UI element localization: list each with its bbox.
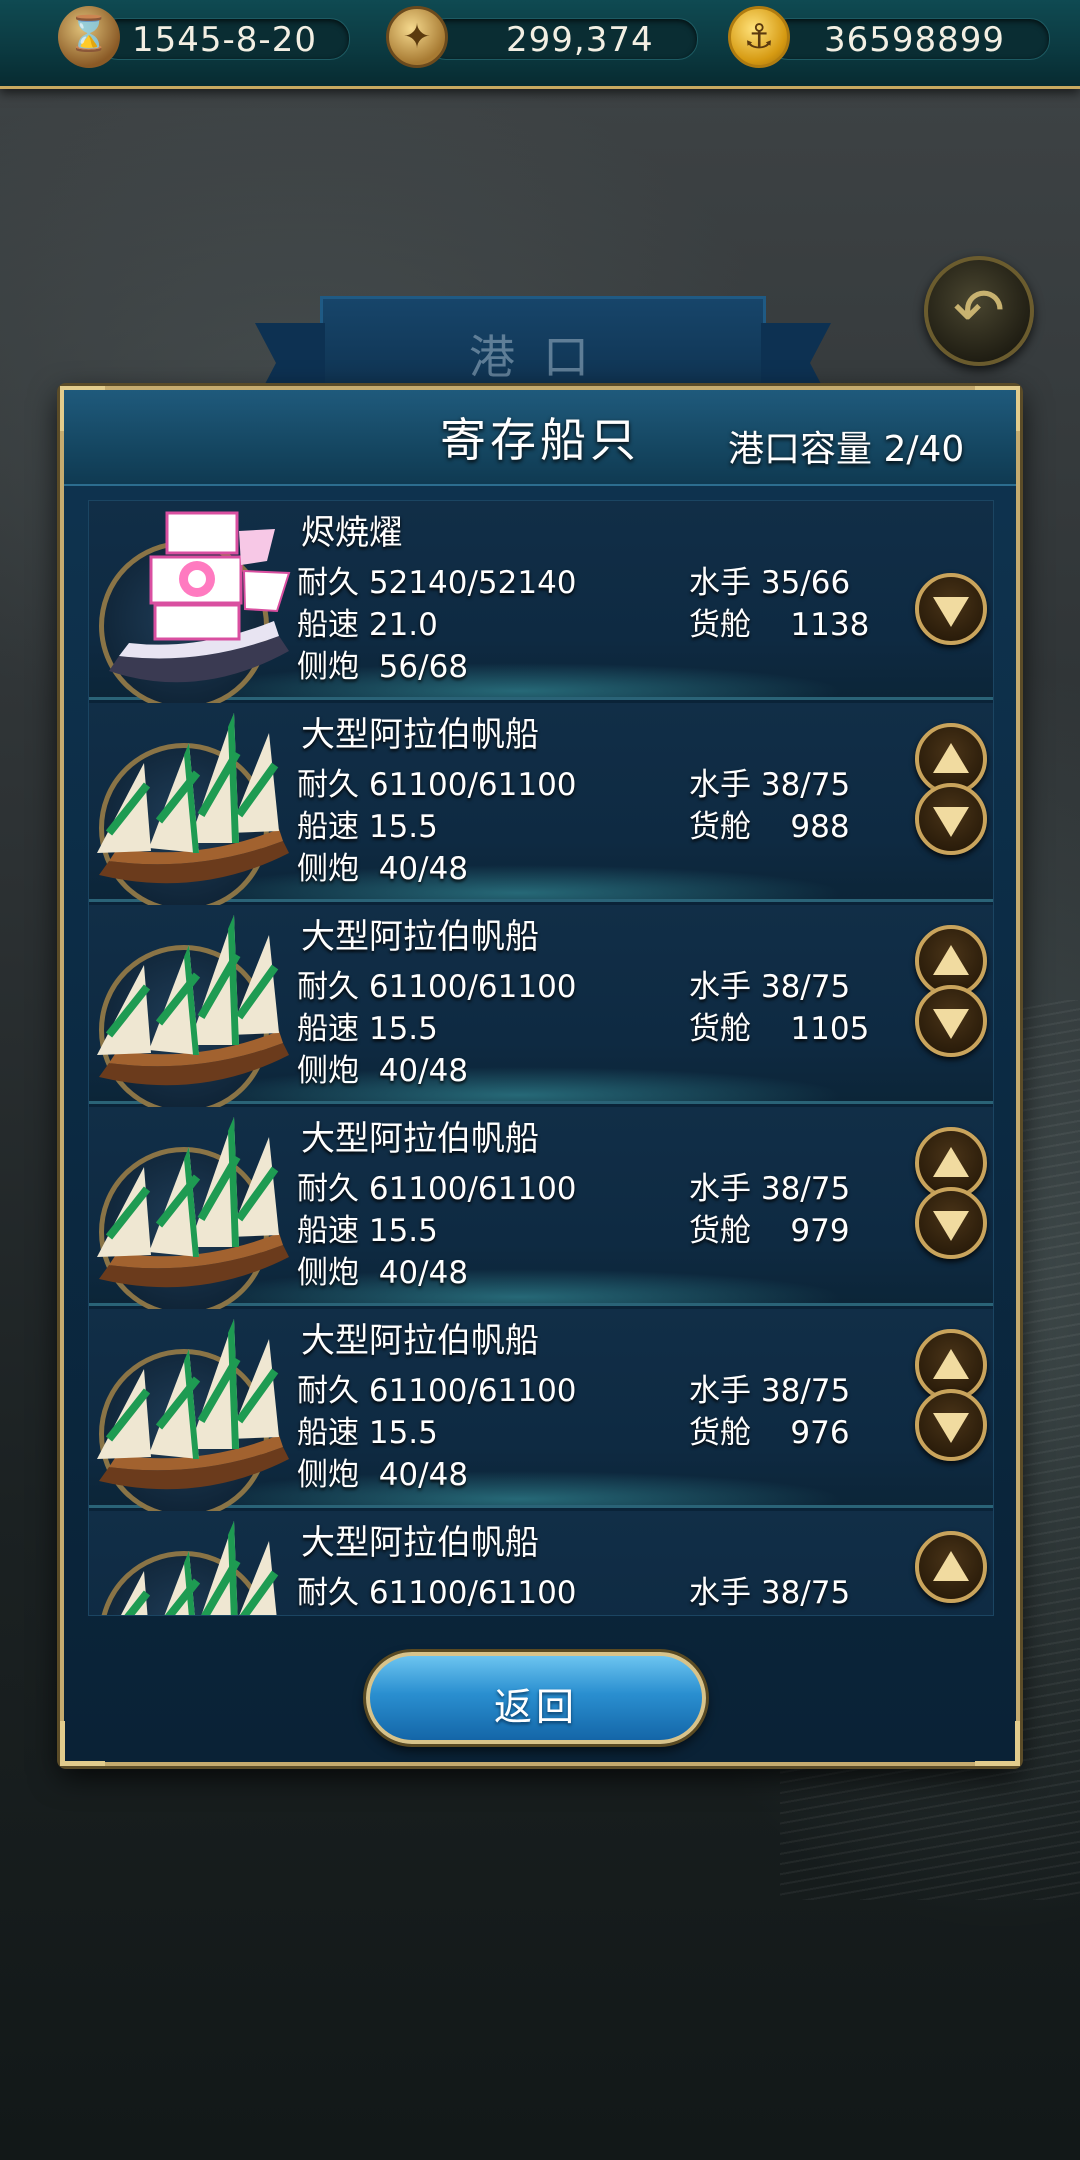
arrow-down-icon	[933, 597, 969, 627]
arrow-down-icon	[933, 1413, 969, 1443]
ship-cannons: 侧炮 56/68	[297, 649, 469, 685]
ship-speed: 船速 21.0	[297, 607, 438, 643]
ship-durability: 耐久 52140/52140	[297, 565, 577, 601]
ship-durability: 耐久 61100/61100	[297, 1575, 577, 1611]
back-arrow-icon: ↶	[953, 274, 1005, 347]
ship-row[interactable]: 大型阿拉伯帆船耐久 61100/61100 船速 15.5 侧炮 40/48 水手 3…	[89, 905, 993, 1115]
ship-crew: 水手 38/75	[689, 1171, 851, 1207]
port-capacity: 港口容量 2/40	[728, 429, 965, 470]
ship-speed: 船速 15.5	[297, 1213, 438, 1249]
gold-display: ⚓ 36598899	[728, 6, 1050, 68]
hourglass-icon: ⌛	[58, 6, 120, 68]
ship-storage-dialog: 寄存船只 港口容量 2/40 烬焼燿耐久 52140/52140 船速 21.0 侧…	[60, 386, 1020, 1766]
back-arrow-button[interactable]: ↶	[924, 256, 1034, 366]
exploration-value: 299,374	[506, 20, 654, 60]
ship-durability: 耐久 61100/61100	[297, 767, 577, 803]
ship-row[interactable]: 大型阿拉伯帆船耐久 61100/61100 船速 15.5 侧炮 40/48 水手 3…	[89, 703, 993, 913]
ship-row[interactable]: 大型阿拉伯帆船耐久 61100/61100 船速 15.5 侧炮 40/48 水手 3…	[89, 1309, 993, 1519]
ship-cargo: 货舱 1138	[689, 607, 870, 643]
ship-cannons: 侧炮 40/48	[297, 851, 469, 887]
port-title: 港口	[469, 330, 617, 384]
ship-cannons: 侧炮 40/48	[297, 1053, 469, 1089]
resource-bar: ⌛ 1545-8-20 ✦ 299,374 ⚓ 36598899	[0, 0, 1080, 89]
ship-cargo: 货舱 979	[689, 1213, 850, 1249]
ship-cargo: 货舱 1105	[689, 1011, 870, 1047]
move-up-button[interactable]	[915, 1531, 987, 1603]
ship-crew: 水手 38/75	[689, 1373, 851, 1409]
arrow-up-icon	[933, 1551, 969, 1581]
ship-durability: 耐久 61100/61100	[297, 1373, 577, 1409]
arrow-up-icon	[933, 743, 969, 773]
arrow-up-icon	[933, 1147, 969, 1177]
arrow-down-icon	[933, 807, 969, 837]
ship-cannons: 侧炮 40/48	[297, 1457, 469, 1493]
move-down-button[interactable]	[915, 783, 987, 855]
arabian-dhow-icon	[97, 1117, 289, 1288]
date-value: 1545-8-20	[132, 20, 317, 60]
move-down-button[interactable]	[915, 1389, 987, 1461]
date-display: ⌛ 1545-8-20	[58, 6, 350, 68]
move-down-button[interactable]	[915, 573, 987, 645]
arrow-up-icon	[933, 945, 969, 975]
ship-durability: 耐久 61100/61100	[297, 969, 577, 1005]
ship-name: 大型阿拉伯帆船	[301, 715, 539, 755]
ship-row[interactable]: 大型阿拉伯帆船耐久 61100/61100 水手 38/75	[89, 1511, 993, 1615]
arabian-dhow-icon	[97, 1319, 289, 1490]
ship-speed: 船速 15.5	[297, 1011, 438, 1047]
move-down-button[interactable]	[915, 985, 987, 1057]
exploration-display: ✦ 299,374	[386, 6, 698, 68]
ship-crew: 水手 38/75	[689, 969, 851, 1005]
ship-name: 大型阿拉伯帆船	[301, 1523, 539, 1563]
compass-icon: ✦	[386, 6, 448, 68]
ship-cannons: 侧炮 40/48	[297, 1255, 469, 1291]
ship-name: 大型阿拉伯帆船	[301, 1321, 539, 1361]
arabian-dhow-icon	[97, 713, 289, 884]
ship-durability: 耐久 61100/61100	[297, 1171, 577, 1207]
ship-speed: 船速 15.5	[297, 809, 438, 845]
ship-crew: 水手 35/66	[689, 565, 851, 601]
ship-row[interactable]: 烬焼燿耐久 52140/52140 船速 21.0 侧炮 56/68 水手 35/66…	[89, 501, 993, 711]
ship-list[interactable]: 烬焼燿耐久 52140/52140 船速 21.0 侧炮 56/68 水手 35/66…	[88, 500, 994, 1616]
arrow-down-icon	[933, 1009, 969, 1039]
ship-speed: 船速 15.5	[297, 1415, 438, 1451]
return-label: 返回	[493, 1685, 578, 1729]
ship-row[interactable]: 大型阿拉伯帆船耐久 61100/61100 船速 15.5 侧炮 40/48 水手 3…	[89, 1107, 993, 1317]
arabian-dhow-icon	[121, 1521, 279, 1615]
ship-cargo: 货舱 988	[689, 809, 850, 845]
arabian-dhow-icon	[97, 915, 289, 1086]
arrow-down-icon	[933, 1211, 969, 1241]
ship-cargo: 货舱 976	[689, 1415, 850, 1451]
dialog-header: 寄存船只 港口容量 2/40	[64, 390, 1016, 486]
move-down-button[interactable]	[915, 1187, 987, 1259]
pink-galleon-icon	[109, 511, 291, 683]
return-button[interactable]: 返回	[366, 1652, 706, 1744]
gold-coin-icon: ⚓	[728, 6, 790, 68]
ship-name: 大型阿拉伯帆船	[301, 1119, 539, 1159]
ship-name: 大型阿拉伯帆船	[301, 917, 539, 957]
ship-crew: 水手 38/75	[689, 767, 851, 803]
gold-value: 36598899	[824, 20, 1006, 60]
arrow-up-icon	[933, 1349, 969, 1379]
ship-name: 烬焼燿	[301, 513, 403, 553]
ship-crew: 水手 38/75	[689, 1575, 851, 1611]
